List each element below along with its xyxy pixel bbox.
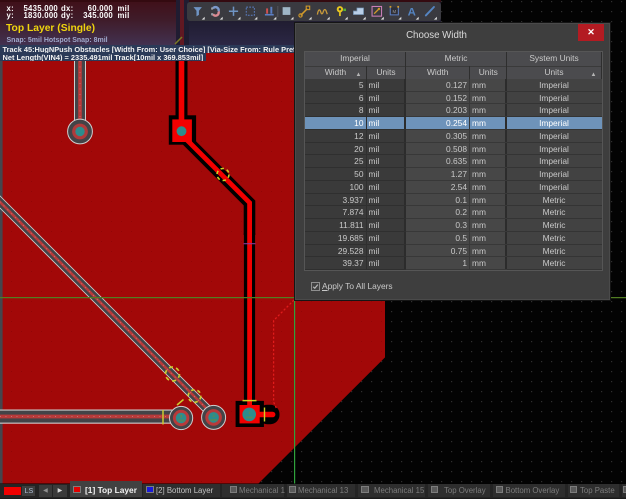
svg-text:A: A (408, 6, 416, 18)
svg-text:VIN4: VIN4 (246, 415, 253, 419)
svg-text:VIN5: VIN5 (178, 419, 185, 423)
svg-text:VIN5: VIN5 (210, 418, 217, 422)
svg-text:1: 1 (248, 411, 250, 415)
svg-text:M: M (392, 9, 396, 14)
